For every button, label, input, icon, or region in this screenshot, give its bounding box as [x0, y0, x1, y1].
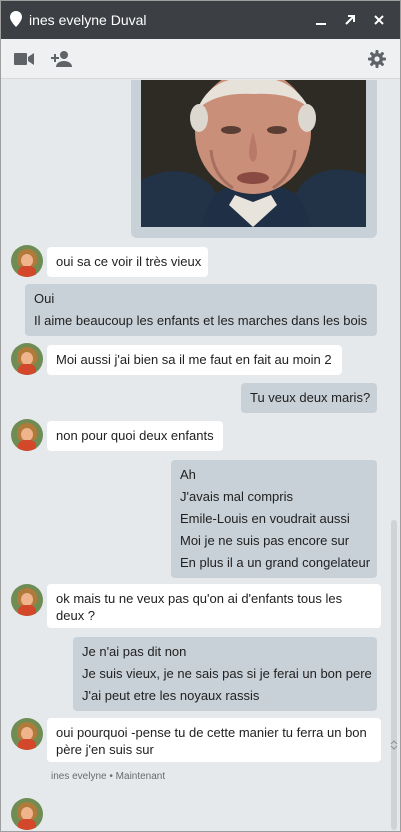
avatar[interactable] — [11, 798, 43, 830]
avatar[interactable] — [11, 584, 43, 616]
status-separator: • — [109, 771, 113, 782]
outgoing-message: Je n'ai pas dit non Je suis vieux, je ne… — [73, 637, 377, 711]
chat-window: ines evelyne Duval oui sa ce voir il trè… — [0, 0, 401, 832]
message-text: Ah — [180, 467, 196, 482]
avatar[interactable] — [11, 419, 43, 451]
add-person-icon — [51, 50, 72, 67]
incoming-message: ok mais tu ne veux pas qu'on ai d'enfant… — [47, 584, 381, 628]
outgoing-message: Ah J'avais mal compris Emile-Louis en vo… — [171, 460, 377, 578]
message-text: non pour quoi deux enfants — [56, 428, 214, 443]
close-icon — [374, 15, 384, 25]
add-person-button[interactable] — [47, 44, 77, 74]
message-status: ines evelyne • Maintenant — [51, 771, 165, 782]
popout-button[interactable] — [337, 7, 363, 33]
minimize-icon — [316, 23, 326, 25]
message-text: Je suis vieux, je ne sais pas si je fera… — [82, 666, 372, 681]
window-title: ines evelyne Duval — [29, 12, 147, 28]
close-button[interactable] — [366, 7, 392, 33]
avatar[interactable] — [11, 343, 43, 375]
incoming-message: oui sa ce voir il très vieux — [47, 247, 208, 277]
message-text: Il aime beaucoup les enfants et les marc… — [34, 313, 368, 328]
outgoing-message: Oui Il aime beaucoup les enfants et les … — [25, 284, 377, 336]
location-pin-icon — [9, 10, 23, 30]
avatar[interactable] — [11, 245, 43, 277]
chat-toolbar — [1, 39, 400, 79]
message-text: J'avais mal compris — [180, 489, 294, 504]
message-text: Oui — [34, 291, 55, 306]
incoming-message: oui pourquoi -pense tu de cette manier t… — [47, 718, 381, 762]
avatar[interactable] — [11, 718, 43, 750]
status-sender: ines evelyne — [51, 771, 107, 782]
status-time: Maintenant — [115, 771, 166, 782]
popout-icon — [345, 15, 355, 25]
shared-photo[interactable] — [141, 80, 366, 227]
message-text: Moi aussi j'ai bien sa il me faut en fai… — [56, 352, 332, 367]
photo-message — [131, 80, 377, 238]
message-text: ok mais tu ne veux pas qu'on ai d'enfant… — [56, 591, 343, 623]
message-text: J'ai peut etre les noyaux rassis — [82, 688, 260, 703]
incoming-message: Moi aussi j'ai bien sa il me faut en fai… — [47, 345, 342, 375]
scroll-grip-icon — [390, 740, 398, 750]
message-text: oui pourquoi -pense tu de cette manier t… — [56, 725, 367, 757]
scrollbar[interactable] — [390, 520, 398, 830]
minimize-button[interactable] — [308, 7, 334, 33]
settings-gear-icon — [368, 49, 386, 68]
video-call-button[interactable] — [9, 44, 39, 74]
title-bar: ines evelyne Duval — [1, 1, 400, 39]
message-text: Je n'ai pas dit non — [82, 644, 187, 659]
message-text: En plus il a un grand congelateur — [180, 555, 371, 570]
video-call-icon — [14, 52, 34, 65]
outgoing-message: Tu veux deux maris? — [241, 383, 377, 413]
settings-button[interactable] — [362, 44, 392, 74]
incoming-message: non pour quoi deux enfants — [47, 421, 223, 451]
message-list[interactable]: oui sa ce voir il très vieux Oui Il aime… — [1, 80, 400, 831]
message-text: oui sa ce voir il très vieux — [56, 254, 202, 269]
message-text: Emile-Louis en voudrait aussi — [180, 511, 350, 526]
message-text: Tu veux deux maris? — [250, 390, 371, 405]
message-text: Moi je ne suis pas encore sur — [180, 533, 350, 548]
scrollbar-thumb[interactable] — [391, 520, 397, 830]
